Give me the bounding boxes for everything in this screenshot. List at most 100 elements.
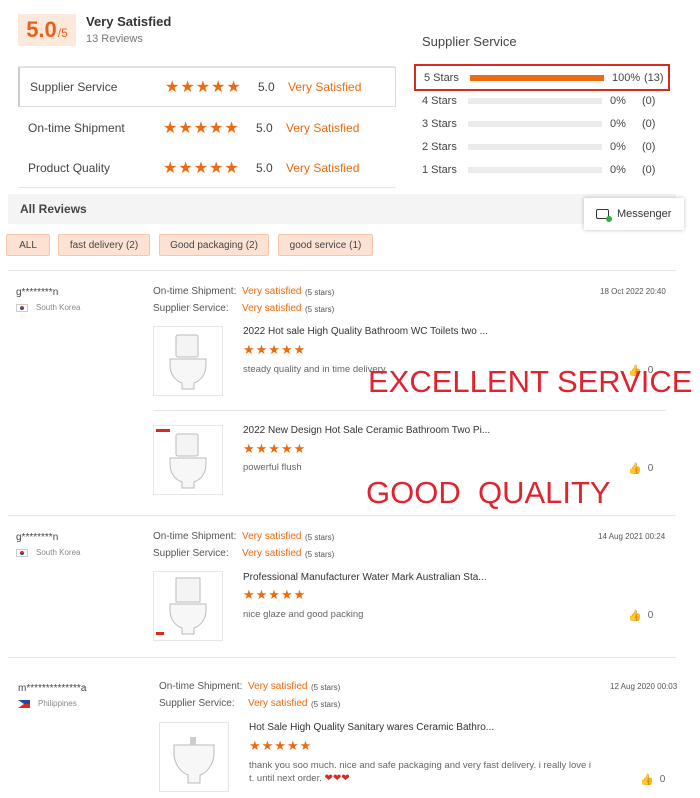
category-stars: ★★★★★ [163, 160, 240, 177]
philippines-flag-icon [18, 699, 30, 708]
divider [8, 515, 676, 516]
distribution-row-5[interactable]: 5 Stars 100% (13) [414, 64, 670, 91]
reviews-count: 13 Reviews [86, 33, 143, 45]
messenger-button[interactable]: Messenger [584, 198, 684, 230]
service-value: Very satisfied [242, 303, 302, 314]
overall-score: 5.0/5 [18, 14, 76, 46]
product-stars: ★★★★★ [243, 342, 307, 357]
messenger-label: Messenger [617, 208, 672, 220]
reviewer-country: South Korea [16, 303, 80, 312]
distribution-bar [470, 74, 604, 81]
comment-text: t. until next order. [249, 773, 322, 784]
category-status: Very Satisfied [286, 161, 360, 175]
category-score: 5.0 [258, 80, 275, 94]
distribution-row-4[interactable]: 4 Stars 0% (0) [414, 90, 672, 112]
service-label: Supplier Service: [153, 303, 229, 314]
reviewer-name: m**************a [18, 683, 87, 694]
review-date: 14 Aug 2021 00:24 [598, 532, 666, 541]
heart-icons: ❤❤❤ [324, 773, 350, 784]
toilet-image [169, 334, 207, 390]
product-title[interactable]: 2022 New Design Hot Sale Ceramic Bathroo… [243, 425, 490, 436]
review-comment-line: t. until next order. ❤❤❤ [249, 773, 350, 785]
category-row-supplier-service[interactable]: Supplier Service ★★★★★ 5.0 Very Satisfie… [18, 67, 396, 107]
shipment-value: Very satisfied [248, 681, 308, 692]
distribution-percent: 0% [610, 118, 626, 130]
thumbs-up-icon: 👍 [640, 774, 654, 786]
score-max: /5 [57, 26, 68, 40]
distribution-label: 2 Stars [422, 141, 457, 153]
category-stars: ★★★★★ [163, 120, 240, 137]
distribution-bar [468, 144, 602, 150]
service-label: Supplier Service: [159, 698, 235, 709]
distribution-count: (0) [642, 118, 656, 130]
divider [8, 270, 676, 271]
category-label: Supplier Service [30, 80, 118, 94]
messenger-icon [596, 209, 612, 222]
product-thumbnail[interactable] [153, 571, 223, 641]
shipment-value: Very satisfied [242, 531, 302, 542]
shipment-label: On-time Shipment: [153, 286, 237, 297]
thumbs-up-icon: 👍 [628, 463, 642, 475]
shipment-label: On-time Shipment: [159, 681, 243, 692]
distribution-bar [468, 121, 602, 127]
thumbs-up-icon: 👍 [628, 610, 642, 622]
service-stars: (5 stars) [305, 550, 335, 559]
service-stars: (5 stars) [311, 700, 341, 709]
reviewer-country: South Korea [16, 548, 80, 557]
country-name: South Korea [36, 548, 81, 557]
all-reviews-title: All Reviews [20, 202, 87, 216]
distribution-row-2[interactable]: 2 Stars 0% (0) [414, 136, 672, 158]
like-button[interactable]: 👍 0 [640, 773, 665, 786]
distribution-count: (13) [644, 71, 664, 84]
category-status: Very Satisfied [288, 80, 362, 94]
all-reviews-header: All Reviews [8, 194, 676, 224]
product-thumbnail[interactable] [159, 722, 229, 792]
review-comment: nice glaze and good packing [243, 609, 364, 620]
review-comment: steady quality and in time delivery [243, 364, 386, 375]
filter-good-service[interactable]: good service (1) [278, 234, 373, 256]
distribution-label: 3 Stars [422, 118, 457, 130]
distribution-row-1[interactable]: 1 Stars 0% (0) [414, 159, 672, 181]
good-quality-overlay: GOOD QUALITY [366, 475, 611, 510]
like-count: 0 [647, 610, 654, 621]
category-stars: ★★★★★ [165, 79, 242, 96]
distribution-label: 5 Stars [424, 71, 459, 84]
distribution-percent: 0% [610, 164, 626, 176]
distribution-percent: 0% [610, 95, 626, 107]
divider [153, 410, 666, 411]
country-name: South Korea [36, 303, 81, 312]
excellent-service-overlay: EXCELLENT SERVICE [368, 364, 693, 399]
like-button[interactable]: 👍 0 [628, 462, 653, 475]
reviewer-country: Philippines [18, 699, 77, 708]
divider [8, 657, 676, 658]
category-ratings: Supplier Service ★★★★★ 5.0 Very Satisfie… [18, 66, 396, 188]
category-score: 5.0 [256, 161, 273, 175]
product-title[interactable]: 2022 Hot sale High Quality Bathroom WC T… [243, 326, 488, 337]
product-title[interactable]: Professional Manufacturer Water Mark Aus… [243, 572, 487, 583]
like-button[interactable]: 👍 0 [628, 609, 653, 622]
product-title[interactable]: Hot Sale High Quality Sanitary wares Cer… [249, 722, 494, 733]
shipment-stars: (5 stars) [311, 683, 341, 692]
south-korea-flag-icon [16, 303, 28, 312]
filter-fast-delivery[interactable]: fast delivery (2) [58, 234, 150, 256]
product-stars: ★★★★★ [243, 441, 307, 456]
review-date: 18 Oct 2022 20:40 [600, 287, 666, 296]
product-stars: ★★★★★ [249, 738, 313, 753]
product-thumbnail[interactable] [153, 326, 223, 396]
distribution-percent: 100% [612, 71, 641, 84]
category-score: 5.0 [256, 121, 273, 135]
category-label: On-time Shipment [28, 121, 125, 135]
toilet-image [156, 577, 207, 635]
review-comment-line: thank you soo much. nice and safe packag… [249, 760, 592, 771]
shipment-stars: (5 stars) [305, 288, 335, 297]
distribution-fill [470, 74, 604, 81]
filter-all[interactable]: ALL [6, 234, 50, 256]
product-thumbnail[interactable] [153, 425, 223, 495]
category-label: Product Quality [28, 161, 111, 175]
distribution-count: (0) [642, 141, 656, 153]
filter-good-packaging[interactable]: Good packaging (2) [159, 234, 269, 256]
category-row-on-time-shipment[interactable]: On-time Shipment ★★★★★ 5.0 Very Satisfie… [18, 108, 396, 148]
category-row-product-quality[interactable]: Product Quality ★★★★★ 5.0 Very Satisfied [18, 148, 396, 188]
shipment-stars: (5 stars) [305, 533, 335, 542]
distribution-row-3[interactable]: 3 Stars 0% (0) [414, 113, 672, 135]
